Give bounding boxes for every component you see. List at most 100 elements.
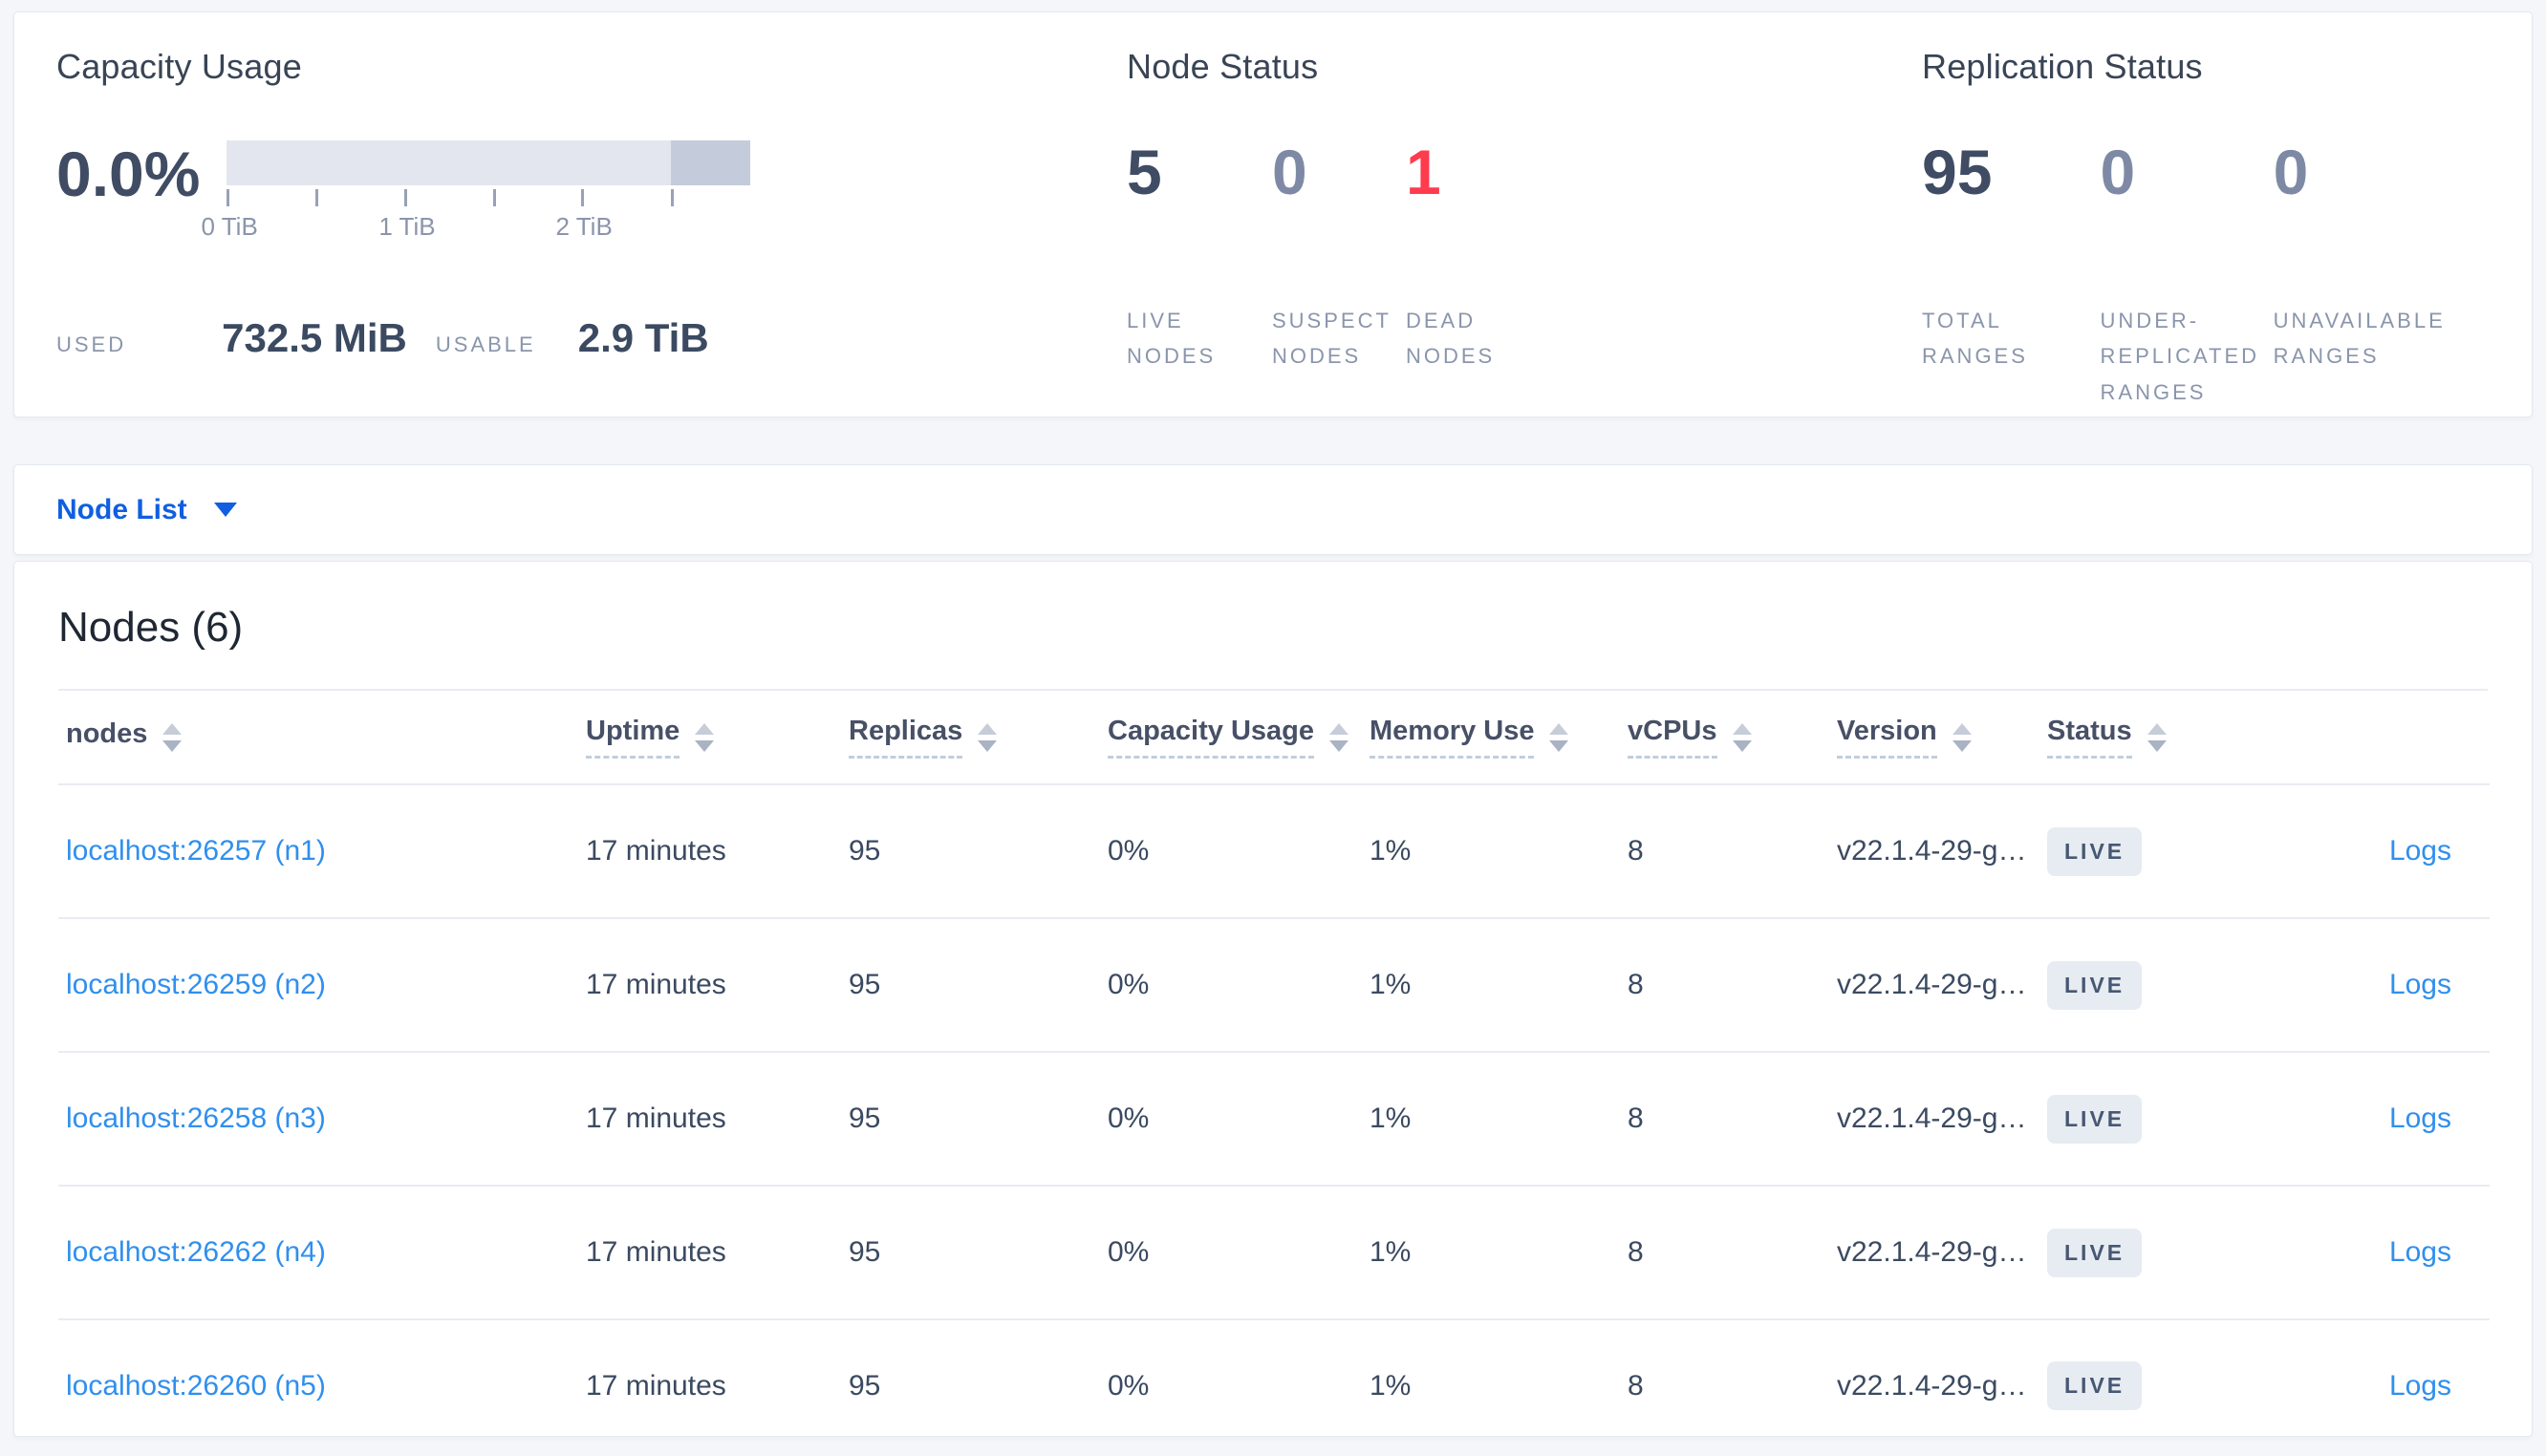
column-header-uptime[interactable]: Uptime: [586, 691, 849, 785]
capacity-usage-cell: 0%: [1108, 1319, 1370, 1436]
unavailable-ranges-label: UNAVAILABLE RANGES: [2273, 309, 2446, 369]
live-nodes-stat: 5 LIVE NODES: [1127, 140, 1272, 375]
axis-label-1tib: 1 TiB: [378, 212, 436, 241]
vcpus-value: 8: [1628, 969, 1644, 1000]
nodes-table-body: localhost:26257 (n1) 17 minutes 95 0% 1%…: [58, 784, 2490, 1436]
replicas-cell: 95: [849, 784, 1108, 919]
nodes-table-card: Nodes (6) nodes Uptime Replicas Capacity…: [13, 561, 2533, 1437]
column-header-version[interactable]: Version: [1837, 691, 2047, 785]
used-value: 732.5 MiB: [222, 315, 407, 360]
sort-icon: [1329, 722, 1349, 752]
node-link[interactable]: localhost:26262 (n4): [66, 1236, 326, 1268]
status-badge: LIVE: [2047, 826, 2143, 876]
memory-use-cell: 1%: [1370, 1052, 1628, 1187]
column-header-vcpus[interactable]: vCPUs: [1628, 691, 1837, 785]
capacity-usage-cell: 0%: [1108, 1186, 1370, 1320]
status-cell: LIVE: [2047, 1052, 2290, 1187]
sort-icon: [1549, 722, 1569, 752]
status-badge: LIVE: [2047, 1094, 2143, 1144]
uptime-cell: 17 minutes: [586, 784, 849, 919]
node-link[interactable]: localhost:26257 (n1): [66, 835, 326, 867]
vcpus-cell: 8: [1628, 784, 1837, 919]
node-table-row: localhost:26257 (n1) 17 minutes 95 0% 1%…: [58, 784, 2490, 919]
logs-cell: Logs: [2290, 784, 2490, 919]
memory-use-cell: 1%: [1370, 784, 1628, 919]
memory-use-cell: 1%: [1370, 918, 1628, 1053]
vcpus-cell: 8: [1628, 1319, 1837, 1436]
replicas-value: 95: [849, 1103, 881, 1134]
column-header-memory-use[interactable]: Memory Use: [1370, 691, 1628, 785]
column-header-label: Uptime: [586, 716, 680, 759]
status-cell: LIVE: [2047, 1186, 2290, 1320]
column-header-logs: [2290, 691, 2490, 785]
replicas-cell: 95: [849, 1186, 1108, 1320]
sort-icon: [695, 722, 715, 752]
replicas-value: 95: [849, 835, 881, 867]
capacity-bar-dark: [670, 140, 751, 185]
column-header-label: nodes: [66, 718, 148, 749]
vcpus-cell: 8: [1628, 918, 1837, 1053]
status-badge: LIVE: [2047, 960, 2143, 1010]
vcpus-cell: 8: [1628, 1186, 1837, 1320]
replicas-value: 95: [849, 1369, 881, 1402]
version-value: v22.1.4-29-g…: [1837, 1103, 2027, 1134]
logs-link[interactable]: Logs: [2389, 1370, 2451, 1402]
capacity-usage-cell: 0%: [1108, 918, 1370, 1053]
suspect-nodes-count: 0: [1272, 137, 1307, 207]
logs-link[interactable]: Logs: [2389, 835, 2451, 867]
status-cell: LIVE: [2047, 1319, 2290, 1436]
node-link[interactable]: localhost:26259 (n2): [66, 969, 326, 1000]
uptime-cell: 17 minutes: [586, 1186, 849, 1320]
logs-link[interactable]: Logs: [2389, 969, 2451, 1000]
memory-use-value: 1%: [1370, 1103, 1412, 1134]
sort-icon: [162, 722, 183, 752]
memory-use-value: 1%: [1370, 1236, 1412, 1268]
vcpus-value: 8: [1628, 1236, 1644, 1268]
column-header-capacity-usage[interactable]: Capacity Usage: [1108, 691, 1370, 785]
version-value: v22.1.4-29-g…: [1837, 969, 2027, 1000]
version-value: v22.1.4-29-g…: [1837, 1369, 2027, 1402]
view-selector-card: Node List: [13, 464, 2533, 555]
node-link[interactable]: localhost:26260 (n5): [66, 1370, 326, 1402]
status-cell: LIVE: [2047, 784, 2290, 919]
capacity-bar-track: [227, 140, 751, 185]
total-ranges-count: 95: [1922, 137, 1993, 207]
logs-link[interactable]: Logs: [2389, 1236, 2451, 1268]
replicas-cell: 95: [849, 918, 1108, 1053]
node-list-dropdown[interactable]: Node List: [56, 494, 237, 526]
version-cell: v22.1.4-29-g…: [1837, 1319, 2047, 1436]
capacity-usage-value: 0%: [1108, 1103, 1150, 1134]
node-link[interactable]: localhost:26258 (n3): [66, 1103, 326, 1134]
column-header-replicas[interactable]: Replicas: [849, 691, 1108, 785]
capacity-percent-used: 0.0%: [56, 139, 201, 209]
total-ranges-label: TOTAL RANGES: [1922, 309, 2028, 369]
status-badge: LIVE: [2047, 1228, 2143, 1277]
capacity-usage-title: Capacity Usage: [56, 47, 302, 86]
cluster-overview-summary: Capacity Usage 0.0% 0 TiB 1 TiB 2 TiB US…: [13, 11, 2533, 418]
replicas-cell: 95: [849, 1319, 1108, 1436]
node-cell: localhost:26262 (n4): [58, 1186, 586, 1320]
column-header-label: Replicas: [849, 716, 963, 759]
column-header-status[interactable]: Status: [2047, 691, 2290, 785]
total-ranges-stat: 95 TOTAL RANGES: [1922, 140, 2101, 375]
logs-cell: Logs: [2290, 1319, 2490, 1436]
nodes-table: nodes Uptime Replicas Capacity Usage Mem…: [58, 691, 2490, 1436]
vcpus-value: 8: [1628, 835, 1644, 867]
memory-use-value: 1%: [1370, 969, 1412, 1000]
memory-use-cell: 1%: [1370, 1186, 1628, 1320]
nodes-table-header-row: nodes Uptime Replicas Capacity Usage Mem…: [58, 691, 2490, 785]
column-header-nodes[interactable]: nodes: [58, 691, 586, 785]
memory-use-value: 1%: [1370, 835, 1412, 867]
node-cell: localhost:26258 (n3): [58, 1052, 586, 1187]
suspect-nodes-label: SUSPECT NODES: [1272, 309, 1392, 369]
logs-link[interactable]: Logs: [2389, 1103, 2451, 1134]
capacity-axis-ticks: [227, 189, 750, 206]
node-cell: localhost:26259 (n2): [58, 918, 586, 1053]
version-cell: v22.1.4-29-g…: [1837, 918, 2047, 1053]
version-cell: v22.1.4-29-g…: [1837, 1052, 2047, 1187]
column-header-label: vCPUs: [1628, 716, 1717, 759]
logs-cell: Logs: [2290, 1186, 2490, 1320]
capacity-usage-cell: 0%: [1108, 784, 1370, 919]
vcpus-value: 8: [1628, 1103, 1644, 1134]
node-list-dropdown-label: Node List: [56, 493, 187, 525]
